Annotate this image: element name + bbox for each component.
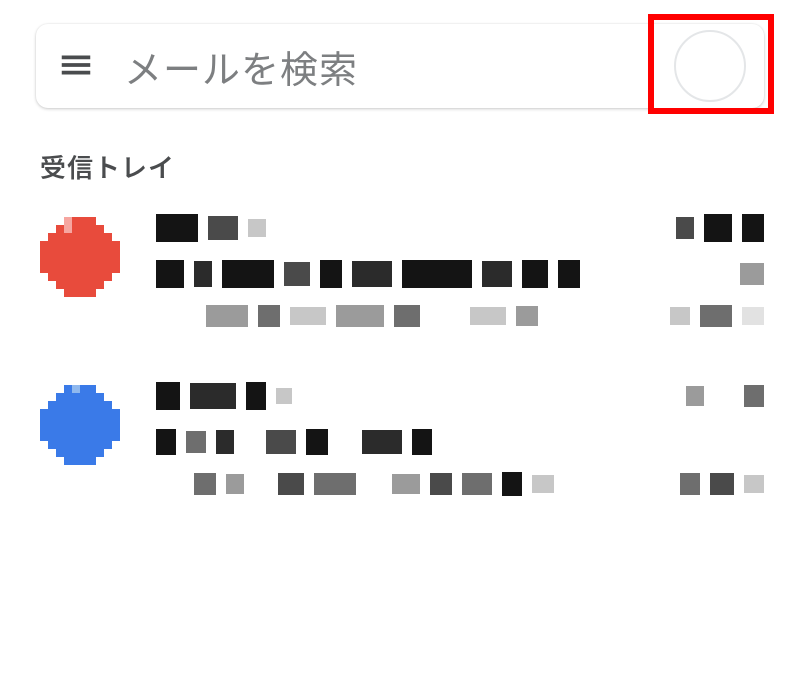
sender-avatar bbox=[40, 385, 120, 465]
redacted-subject-line bbox=[156, 259, 764, 289]
mail-item[interactable] bbox=[40, 381, 764, 495]
search-bar[interactable]: メールを検索 bbox=[36, 24, 764, 108]
redacted-subject-line bbox=[156, 427, 764, 457]
redacted-sender-line bbox=[156, 213, 764, 243]
profile-avatar-button[interactable] bbox=[674, 30, 746, 102]
mail-item[interactable] bbox=[40, 213, 764, 327]
mail-content-redacted bbox=[156, 213, 764, 327]
menu-button[interactable] bbox=[54, 44, 98, 88]
search-input[interactable]: メールを検索 bbox=[124, 39, 648, 94]
hamburger-icon bbox=[57, 46, 95, 87]
sender-avatar bbox=[40, 217, 120, 297]
app-root: メールを検索 受信トレイ bbox=[0, 0, 800, 495]
avatar-icon bbox=[40, 217, 120, 297]
mail-list bbox=[36, 213, 764, 495]
avatar-icon bbox=[40, 385, 120, 465]
mail-content-redacted bbox=[156, 381, 764, 495]
inbox-section-label: 受信トレイ bbox=[40, 148, 764, 185]
redacted-snippet-line bbox=[156, 305, 764, 327]
redacted-sender-line bbox=[156, 381, 764, 411]
redacted-snippet-line bbox=[156, 473, 764, 495]
